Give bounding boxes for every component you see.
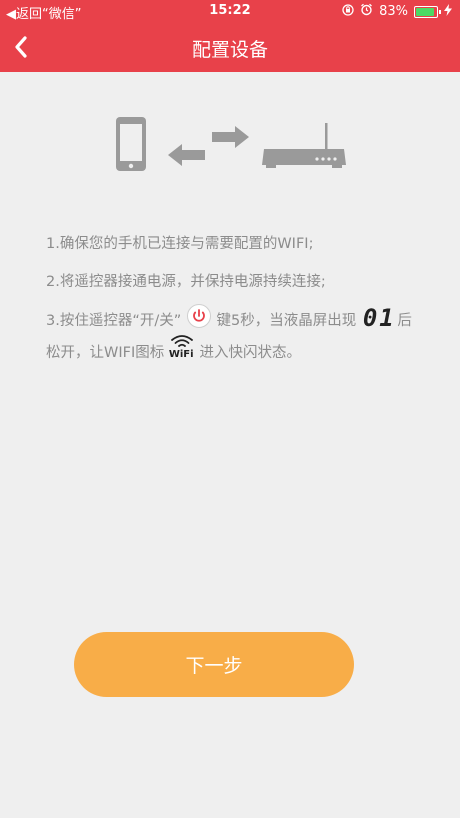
phone-icon bbox=[116, 117, 146, 171]
instruction-step-1: 1.确保您的手机已连接与需要配置的WIFI; bbox=[46, 236, 314, 252]
status-bar: ◀返回“微信” 15:22 83% bbox=[0, 0, 460, 22]
nav-bar: 配置设备 bbox=[0, 22, 460, 72]
instruction-step-2: 2.将遥控器接通电源，并保持电源持续连接; bbox=[46, 274, 326, 290]
charging-icon bbox=[444, 3, 452, 20]
step3-line2-text-part2: 进入快闪状态。 bbox=[199, 345, 301, 361]
lcd-display-digits: 01 bbox=[362, 304, 396, 332]
step3-text-part3: 后 bbox=[397, 313, 412, 329]
power-icon bbox=[186, 304, 212, 333]
next-step-button[interactable]: 下一步 bbox=[74, 632, 354, 697]
arrow-left-icon bbox=[168, 144, 205, 166]
wifi-icon-label: WiFi bbox=[168, 349, 194, 360]
step3-line2-text-part1: 松开，让WIFI图标 bbox=[46, 345, 165, 361]
phone-router-illustration bbox=[116, 117, 346, 171]
step3-text-part2: 键5秒，当液晶屏出现 bbox=[216, 313, 357, 329]
battery-icon bbox=[414, 5, 441, 18]
lcd-display-icon: 01 bbox=[361, 304, 394, 334]
lock-rotation-icon bbox=[342, 3, 354, 20]
instruction-step-3-line-1: 3.按住遥控器“开/关” 键5秒，当液晶屏出现 01 后 bbox=[46, 304, 412, 334]
alarm-icon bbox=[360, 3, 373, 20]
instruction-step-3-line-2: 松开，让WIFI图标 WiFi 进入快闪状态。 bbox=[46, 335, 301, 365]
router-icon bbox=[262, 123, 346, 168]
wifi-icon: WiFi bbox=[168, 335, 195, 365]
status-right: 83% bbox=[342, 3, 452, 20]
page-title: 配置设备 bbox=[191, 39, 268, 61]
arrow-right-icon bbox=[212, 126, 249, 148]
battery-percent: 83% bbox=[379, 4, 408, 19]
step3-text-part1: 3.按住遥控器“开/关” bbox=[46, 313, 182, 329]
